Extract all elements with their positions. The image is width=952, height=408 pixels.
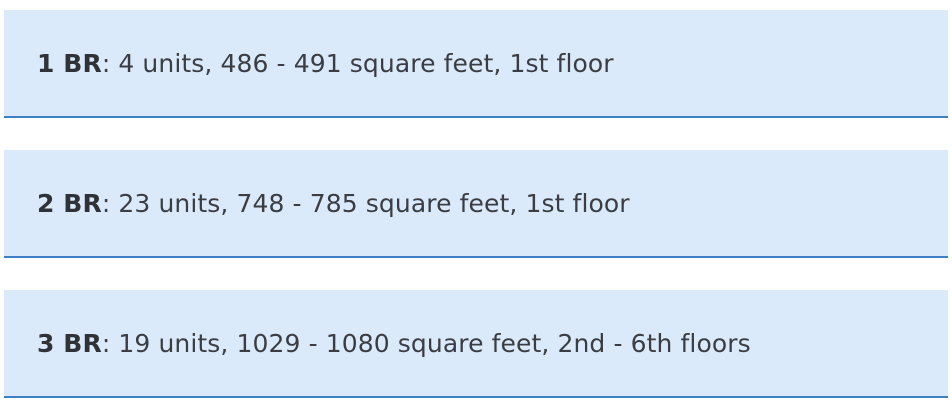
unit-details: : 19 units, 1029 - 1080 square feet, 2nd… (101, 328, 751, 358)
unit-type-label: 3 BR (37, 328, 102, 358)
unit-row-1br: 1 BR: 4 units, 486 - 491 square feet, 1s… (4, 10, 948, 118)
unit-details: : 23 units, 748 - 785 square feet, 1st f… (101, 188, 630, 218)
unit-type-label: 1 BR (37, 48, 102, 78)
unit-type-label: 2 BR (37, 188, 102, 218)
unit-mix-list: 1 BR: 4 units, 486 - 491 square feet, 1s… (4, 10, 948, 398)
unit-row-3br: 3 BR: 19 units, 1029 - 1080 square feet,… (4, 290, 948, 398)
unit-row-2br: 2 BR: 23 units, 748 - 785 square feet, 1… (4, 150, 948, 258)
unit-details: : 4 units, 486 - 491 square feet, 1st fl… (101, 48, 614, 78)
